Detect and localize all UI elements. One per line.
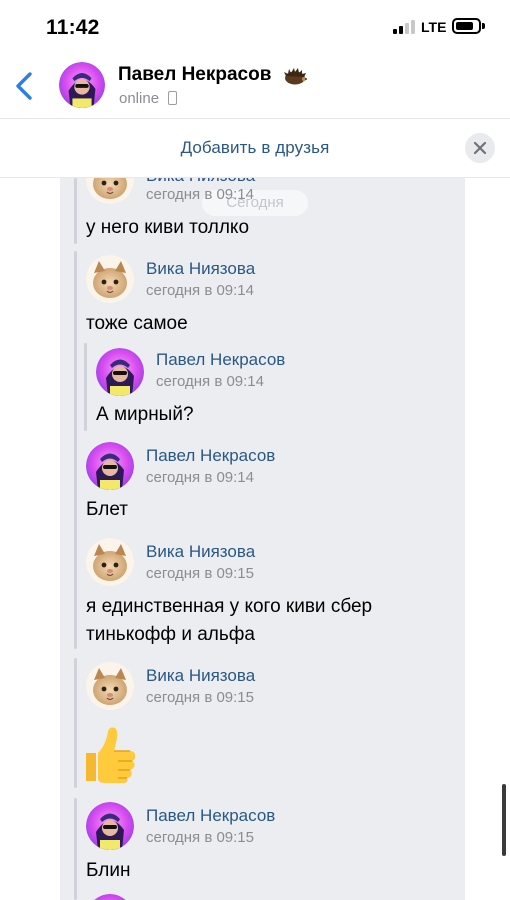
message-text: А мирный? xyxy=(96,404,194,425)
contact-name[interactable]: Павел Некрасов xyxy=(118,64,271,86)
message-text: у него киви толлко xyxy=(86,217,250,238)
message-time: сегодня в 09:14 xyxy=(146,186,254,203)
message-time: сегодня в 09:14 xyxy=(146,282,254,299)
message-time: сегодня в 09:15 xyxy=(146,689,254,706)
message-time: сегодня в 09:14 xyxy=(146,469,254,486)
add-friend-button[interactable]: Добавить в друзья xyxy=(0,119,510,177)
thumbs-up-emoji xyxy=(78,723,140,785)
message-author[interactable]: Вика Ниязова xyxy=(146,178,255,186)
add-friend-bar: Добавить в друзья xyxy=(0,118,510,178)
message-text: Блет xyxy=(86,499,128,520)
avatar[interactable] xyxy=(86,442,134,490)
online-status: online xyxy=(119,90,160,107)
avatar[interactable] xyxy=(86,178,134,204)
message-author[interactable]: Вика Ниязова xyxy=(146,259,255,279)
network-type: LTE xyxy=(421,19,447,35)
forward-bar xyxy=(74,534,77,649)
message-author[interactable]: Павел Некрасов xyxy=(156,350,285,370)
message-text-line: я единственная у кого киви сбер xyxy=(86,596,373,617)
forward-bar xyxy=(74,798,77,900)
avatar[interactable] xyxy=(86,662,134,710)
chat-header: Павел Некрасов online xyxy=(0,52,510,118)
avatar[interactable] xyxy=(59,62,105,108)
scrollbar[interactable] xyxy=(502,784,506,856)
message-text-line: тинькофф и альфа xyxy=(86,624,255,645)
forwarded-messages[interactable]: Сегодня Вика Ниязова сегодня в 09:14 у н… xyxy=(60,178,465,900)
battery-icon xyxy=(452,18,481,34)
message-text: тоже самое xyxy=(86,313,188,334)
avatar[interactable] xyxy=(86,538,134,586)
mobile-phone-icon xyxy=(168,91,177,105)
avatar[interactable] xyxy=(96,348,144,396)
status-bar: 11:42 LTE xyxy=(0,0,510,52)
message-author[interactable]: Павел Некрасов xyxy=(146,446,275,466)
message-time: сегодня в 09:15 xyxy=(146,565,254,582)
hedgehog-icon xyxy=(283,66,307,86)
battery-tip xyxy=(482,23,485,29)
message-time: сегодня в 09:14 xyxy=(156,373,264,390)
avatar[interactable] xyxy=(86,894,134,900)
forward-bar xyxy=(74,658,77,788)
forward-bar xyxy=(74,178,77,244)
avatar[interactable] xyxy=(86,255,134,303)
message-author[interactable]: Вика Ниязова xyxy=(146,666,255,686)
close-icon[interactable] xyxy=(465,133,495,163)
chevron-left-icon[interactable] xyxy=(10,66,40,106)
message-author[interactable]: Павел Некрасов xyxy=(146,806,275,826)
message-author[interactable]: Вика Ниязова xyxy=(146,542,255,562)
signal-strength-icon xyxy=(393,20,417,34)
message-time: сегодня в 09:15 xyxy=(146,829,254,846)
status-time: 11:42 xyxy=(46,16,100,39)
message-text: Блин xyxy=(86,860,131,881)
nested-forward-bar xyxy=(84,343,87,431)
avatar[interactable] xyxy=(86,802,134,850)
